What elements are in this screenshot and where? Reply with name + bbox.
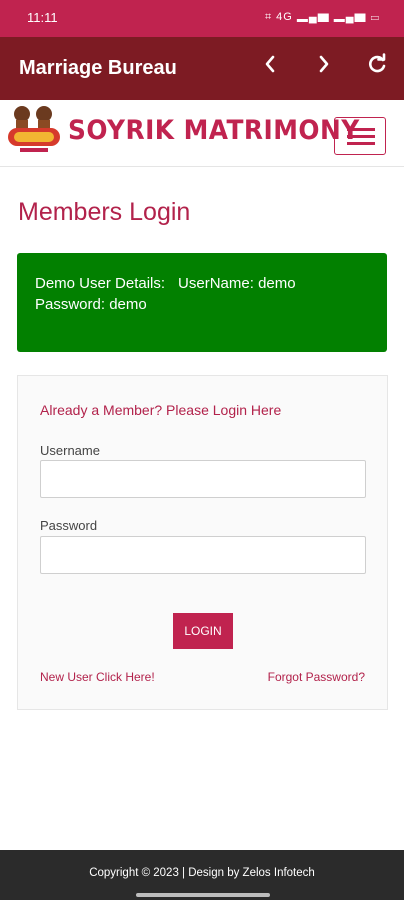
chevron-right-icon bbox=[319, 55, 329, 73]
login-heading: Already a Member? Please Login Here bbox=[40, 402, 282, 418]
status-icons: ⌗ 4G ▂▄▆ ▂▄▆ ▭ bbox=[264, 11, 380, 23]
app-title: Marriage Bureau bbox=[19, 57, 177, 79]
demo-label: Demo User Details: bbox=[35, 275, 166, 292]
status-bar: 11:11 ⌗ 4G ▂▄▆ ▂▄▆ ▭ bbox=[0, 0, 404, 37]
back-button[interactable] bbox=[262, 53, 278, 81]
hamburger-icon bbox=[347, 142, 375, 145]
status-time: 11:11 bbox=[27, 10, 58, 25]
hamburger-icon bbox=[347, 135, 375, 138]
demo-details-box: Demo User Details: UserName: demo Passwor… bbox=[17, 253, 387, 352]
new-user-link[interactable]: New User Click Here! bbox=[40, 670, 155, 684]
menu-toggle-button[interactable] bbox=[334, 117, 386, 155]
demo-password: Password: demo bbox=[35, 296, 147, 313]
username-label: Username bbox=[40, 443, 100, 458]
footer-copyright: Copyright © 2023 | Design by Zelos Infot… bbox=[89, 867, 315, 879]
password-input[interactable] bbox=[40, 536, 366, 574]
refresh-icon bbox=[369, 53, 386, 73]
app-bar: Marriage Bureau bbox=[0, 37, 404, 100]
username-input[interactable] bbox=[40, 460, 366, 498]
hamburger-icon bbox=[347, 128, 375, 131]
password-label: Password bbox=[40, 518, 98, 533]
login-button[interactable]: LOGIN bbox=[173, 613, 233, 649]
page-title: Members Login bbox=[18, 198, 191, 226]
logo-emblem-icon bbox=[8, 106, 60, 152]
login-card: Already a Member? Please Login Here User… bbox=[17, 375, 388, 710]
forward-button[interactable] bbox=[316, 53, 332, 81]
demo-username: UserName: demo bbox=[178, 275, 296, 292]
forgot-password-link[interactable]: Forgot Password? bbox=[268, 670, 365, 684]
home-indicator bbox=[136, 893, 270, 897]
chevron-left-icon bbox=[265, 55, 275, 73]
logo-text: SOYRIK MATRIMONY bbox=[68, 115, 360, 146]
site-header: SOYRIK MATRIMONY bbox=[0, 100, 404, 167]
refresh-button[interactable] bbox=[366, 53, 388, 81]
